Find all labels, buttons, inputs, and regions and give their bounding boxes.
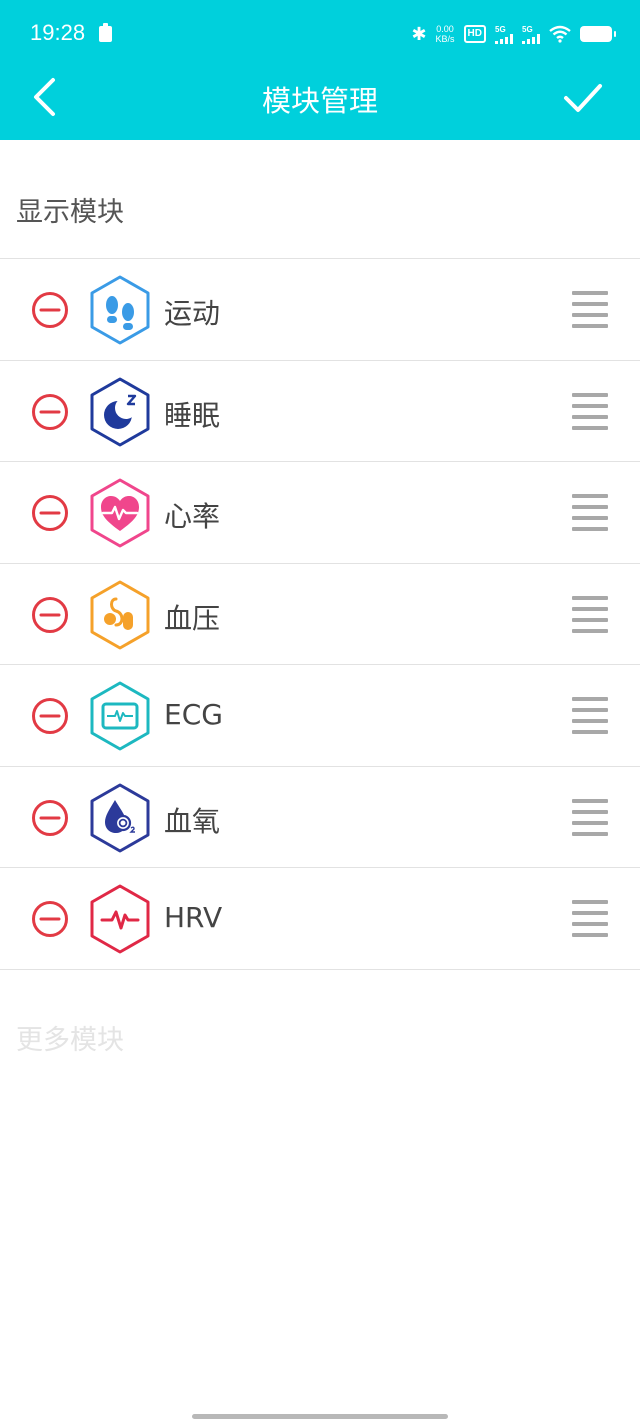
blood-pressure-icon xyxy=(90,580,150,649)
sim2-signal-icon: 5G xyxy=(522,25,540,44)
home-indicator[interactable] xyxy=(192,1414,448,1419)
more-modules-heading: 更多模块 xyxy=(16,1025,124,1056)
remove-module-button[interactable] xyxy=(31,291,69,329)
module-label: ECG xyxy=(164,698,223,731)
bluetooth-icon: ✱ xyxy=(411,23,427,44)
remove-module-button[interactable] xyxy=(31,900,69,938)
remove-module-button[interactable] xyxy=(31,697,69,735)
drag-handle-icon[interactable] xyxy=(572,696,608,734)
module-row-hrv[interactable]: HRV xyxy=(0,868,640,970)
sim1-signal-icon: 5G xyxy=(495,25,513,44)
app-header: 19:28 ✱ 0.00 KB/s HD 5G 5G 模块管理 xyxy=(0,0,640,140)
status-icons: ✱ 0.00 KB/s HD 5G 5G xyxy=(411,22,616,46)
module-label: 睡眠 xyxy=(164,398,221,432)
module-label: 心率 xyxy=(164,500,221,533)
battery-icon xyxy=(580,26,616,42)
network-speed: 0.00 KB/s xyxy=(436,24,455,44)
module-label: 运动 xyxy=(164,297,221,330)
hd-badge: HD xyxy=(463,25,486,43)
remove-module-button[interactable] xyxy=(31,494,69,532)
remove-module-button[interactable] xyxy=(31,393,69,431)
module-label: 血氧 xyxy=(164,804,221,838)
hrv-icon xyxy=(90,884,150,954)
wifi-icon xyxy=(549,25,571,43)
module-row-blood-oxygen[interactable]: 血氧 xyxy=(0,767,640,868)
drag-handle-icon[interactable] xyxy=(572,493,608,531)
shown-modules-heading: 显示模块 xyxy=(16,197,124,228)
module-row-ecg[interactable]: ECG xyxy=(0,665,640,767)
sim2-label: 5G xyxy=(522,24,533,34)
clipboard-icon xyxy=(99,23,112,42)
drag-handle-icon[interactable] xyxy=(572,899,608,937)
confirm-button[interactable] xyxy=(560,74,606,120)
footsteps-icon xyxy=(90,275,150,345)
module-row-sleep[interactable]: 睡眠 xyxy=(0,361,640,462)
remove-module-button[interactable] xyxy=(31,596,69,634)
network-speed-unit: KB/s xyxy=(435,34,455,44)
remove-module-button[interactable] xyxy=(31,799,69,837)
module-label: HRV xyxy=(164,901,223,934)
module-row-blood-pressure[interactable]: 血压 xyxy=(0,564,640,665)
status-time: 19:28 xyxy=(30,20,86,45)
ecg-icon xyxy=(90,681,150,751)
heart-rate-icon xyxy=(90,478,150,548)
page-title: 模块管理 xyxy=(261,84,378,118)
module-row-heart-rate[interactable]: 心率 xyxy=(0,462,640,564)
drag-handle-icon[interactable] xyxy=(572,798,608,836)
module-row-sport[interactable]: 运动 xyxy=(0,259,640,361)
module-label: 血压 xyxy=(164,601,221,635)
drag-handle-icon[interactable] xyxy=(572,290,608,328)
drag-handle-icon[interactable] xyxy=(572,392,608,430)
sim1-label: 5G xyxy=(495,24,506,34)
shown-modules-list: 运动 睡眠 心率 血压 ECG 血氧 HRV xyxy=(0,258,640,970)
moon-sleep-icon xyxy=(90,377,150,446)
drag-handle-icon[interactable] xyxy=(572,595,608,633)
blood-oxygen-icon xyxy=(90,783,150,852)
network-speed-value: 0.00 xyxy=(436,24,454,34)
status-bar: 19:28 ✱ 0.00 KB/s HD 5G 5G xyxy=(0,0,640,70)
